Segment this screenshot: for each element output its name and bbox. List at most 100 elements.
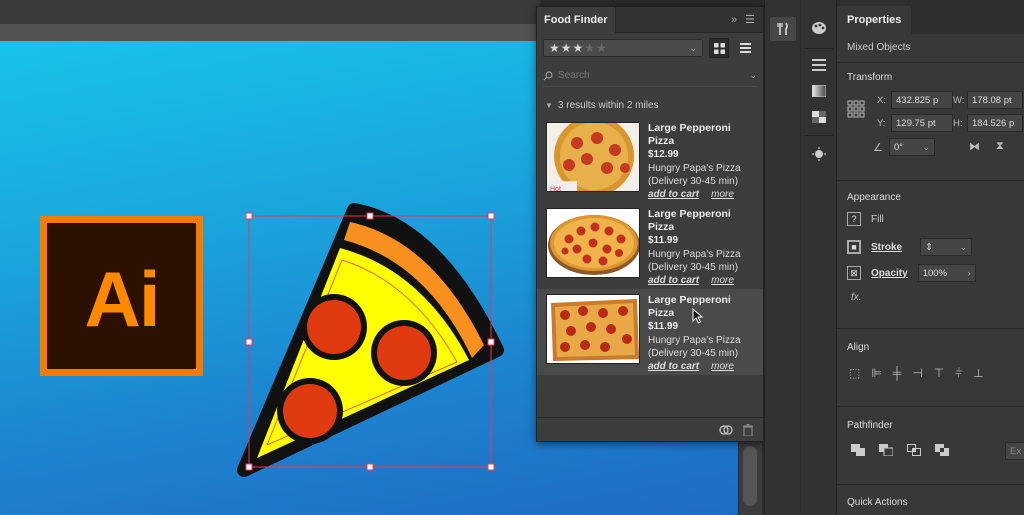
height-input[interactable]: 184.526 p: [967, 114, 1023, 132]
align-center-icon[interactable]: ╪: [893, 366, 902, 381]
align-buttons: ⬚ ⊫ ╪ ⊣ ⊤ ⫩ ⊥: [849, 366, 984, 381]
transparency-panel-button[interactable]: [806, 105, 832, 129]
sun-icon: [812, 147, 826, 161]
pizza-photo-image: [547, 209, 639, 277]
search-icon: [543, 70, 553, 80]
properties-panel: Properties Mixed Objects Transform X: 43…: [836, 0, 1024, 515]
align-section-title: Align: [847, 342, 870, 353]
opacity-label[interactable]: Opacity: [871, 268, 908, 279]
result-info: Large Pepperoni Pizza $11.99 Hungry Papa…: [648, 208, 757, 287]
fork-knife-icon: [777, 22, 788, 35]
properties-header: Properties: [837, 0, 1024, 34]
align-to-selection-icon[interactable]: ⬚: [849, 366, 860, 381]
food-finder-footer: [537, 417, 763, 441]
pizza-photo-1[interactable]: Hot: [546, 122, 640, 192]
result-delivery: (Delivery 30-45 min): [648, 261, 739, 273]
rating-stars: ★★★★★: [549, 41, 608, 55]
trash-icon[interactable]: [743, 423, 753, 436]
properties-tab[interactable]: Properties: [837, 6, 912, 34]
disclosure-triangle-icon: ▼: [545, 100, 553, 110]
stroke-swatch-icon[interactable]: ■: [847, 240, 861, 254]
pizza-slice-artwork[interactable]: [232, 200, 522, 490]
food-finder-tab[interactable]: Food Finder: [537, 6, 616, 33]
quick-actions-section-title: Quick Actions: [847, 497, 908, 508]
flip-horizontal-icon[interactable]: ⧓: [969, 140, 980, 153]
stroke-weight-input[interactable]: ⇕ ⌄: [920, 238, 973, 256]
x-label: X:: [877, 94, 886, 106]
creative-cloud-icon[interactable]: [719, 424, 733, 436]
result-item[interactable]: Large Pepperoni Pizza $11.99 Hungry Papa…: [537, 203, 763, 289]
fill-label: Fill: [871, 213, 884, 225]
list-view-button[interactable]: [735, 38, 755, 58]
h-label: H:: [953, 117, 963, 129]
more-link[interactable]: more: [711, 188, 734, 201]
add-to-cart-link[interactable]: add to cart: [648, 188, 699, 201]
result-price: $11.99: [648, 235, 679, 247]
color-panel-button[interactable]: [806, 16, 832, 40]
y-position-input[interactable]: 129.75 pt: [891, 114, 953, 132]
results-list: Hot Large Pepperoni Pizza $12.99 Hungry …: [537, 117, 763, 375]
stroke-label[interactable]: Stroke: [871, 242, 902, 253]
exclude-icon[interactable]: [935, 444, 949, 456]
y-label: Y:: [877, 117, 886, 129]
search-field[interactable]: Search ⌄: [543, 65, 757, 87]
results-summary[interactable]: ▼ 3 results within 2 miles: [537, 95, 763, 115]
width-input[interactable]: 178.08 pt: [967, 91, 1023, 109]
y-position-row: Y: 129.75 pt: [877, 114, 953, 132]
panel-menu-icon[interactable]: ☰: [745, 13, 755, 26]
x-position-input[interactable]: 432.825 p: [891, 91, 953, 109]
align-left-icon[interactable]: ⊫: [871, 366, 881, 381]
more-link[interactable]: more: [711, 274, 734, 287]
intersect-icon[interactable]: [907, 444, 921, 456]
align-middle-icon[interactable]: ⫩: [955, 366, 962, 381]
search-options-chevron-icon[interactable]: ⌄: [749, 70, 757, 81]
result-item[interactable]: Hot Large Pepperoni Pizza $12.99 Hungry …: [537, 117, 763, 203]
align-right-icon[interactable]: ⊣: [912, 366, 922, 381]
panel-dock-icons: [800, 0, 836, 515]
rotate-row: ∠ 0° ⌄: [873, 138, 935, 156]
stroke-panel-button[interactable]: [806, 53, 832, 77]
scrollbar-thumb[interactable]: [743, 446, 757, 506]
expand-button[interactable]: Ex: [1005, 442, 1024, 460]
food-finder-dock-button[interactable]: [770, 17, 796, 41]
pizza-photo-2[interactable]: [546, 208, 640, 278]
illustrator-logo-text: Ai: [84, 254, 161, 343]
result-vendor: Hungry Papa's Pizza: [648, 248, 741, 260]
pizza-photo-3[interactable]: [546, 294, 640, 364]
grid-view-button[interactable]: [709, 38, 729, 58]
illustrator-logo[interactable]: Ai: [40, 216, 203, 376]
add-to-cart-link[interactable]: add to cart: [648, 274, 699, 287]
gradient-panel-button[interactable]: [806, 79, 832, 103]
result-price: $12.99: [648, 149, 679, 161]
effects-button[interactable]: fx.: [851, 292, 862, 303]
more-link[interactable]: more: [711, 360, 734, 373]
result-title: Large Pepperoni Pizza: [648, 208, 731, 234]
result-item-selected[interactable]: Large Pepperoni Pizza $11.99 Hungry Papa…: [537, 289, 763, 375]
fill-row: ? Fill: [847, 212, 884, 226]
align-bottom-icon[interactable]: ⊥: [973, 366, 983, 381]
appearance-panel-button[interactable]: [806, 142, 832, 166]
gradient-icon: [812, 85, 826, 97]
opacity-row: ⊠ Opacity 100% ›: [847, 264, 976, 282]
add-to-cart-link[interactable]: add to cart: [648, 360, 699, 373]
align-top-icon[interactable]: ⊤: [934, 366, 944, 381]
opacity-swatch-icon[interactable]: ⊠: [847, 266, 861, 280]
list-icon: [739, 43, 751, 53]
minus-front-icon[interactable]: [879, 444, 893, 456]
width-row: W: 178.08 pt: [953, 91, 1023, 109]
result-links: add to cart more: [648, 274, 757, 287]
result-vendor: Hungry Papa's Pizza: [648, 162, 741, 174]
fill-swatch-icon[interactable]: ?: [847, 212, 861, 226]
flip-vertical-icon[interactable]: ⧗: [996, 140, 1004, 153]
collapse-panel-icon[interactable]: »: [731, 14, 737, 26]
opacity-input[interactable]: 100% ›: [917, 264, 976, 282]
food-finder-header: Food Finder » ☰: [537, 6, 763, 33]
transform-section-title: Transform: [847, 72, 893, 83]
rotate-angle-input[interactable]: 0° ⌄: [889, 138, 935, 156]
rating-filter-dropdown[interactable]: ★★★★★ ⌄: [543, 39, 703, 57]
chevron-down-icon: ⌄: [922, 141, 930, 152]
reference-point-icon: [847, 100, 865, 118]
reference-point-grid[interactable]: [847, 100, 865, 118]
appearance-section-title: Appearance: [847, 192, 901, 203]
unite-icon[interactable]: [851, 444, 865, 456]
